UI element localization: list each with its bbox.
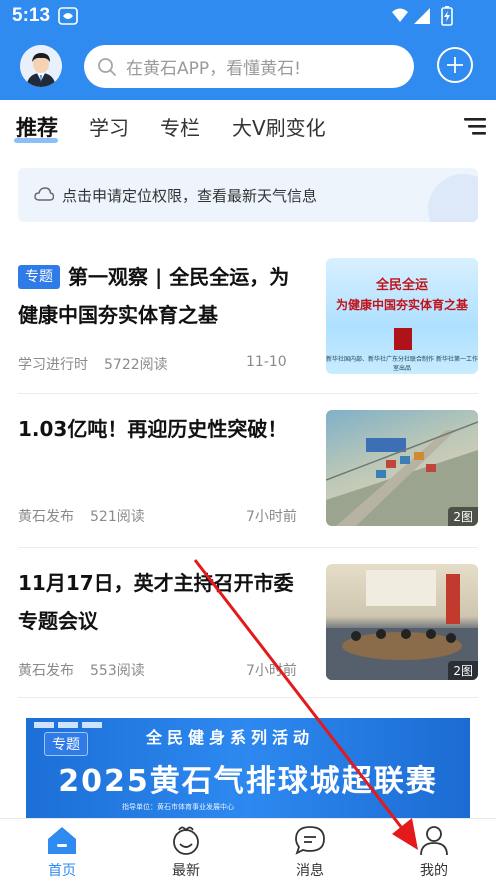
news-time: 7小时前 bbox=[246, 509, 297, 525]
news-source: 学习进行时 bbox=[18, 357, 88, 373]
nav-label: 我的 bbox=[420, 863, 448, 879]
news-time: 11-10 bbox=[246, 354, 287, 370]
news-meta: 学习进行时 5722阅读 11-10 bbox=[18, 354, 298, 374]
channel-menu-icon[interactable] bbox=[464, 116, 486, 136]
image-count-badge: 2图 bbox=[448, 507, 478, 526]
seal-stamp-icon bbox=[394, 328, 412, 350]
news-title: 11月17日，英才主持召开市委专题会议 bbox=[18, 571, 294, 633]
latest-icon bbox=[173, 826, 199, 855]
search-icon bbox=[98, 57, 116, 76]
cloud-icon bbox=[34, 187, 54, 201]
thumb-line1: 全民全运 bbox=[375, 278, 428, 293]
news-item[interactable]: 11月17日，英才主持召开市委专题会议 黄石发布 553阅读 7小时前 2图 bbox=[18, 564, 478, 698]
news-source: 黄石发布 bbox=[18, 663, 74, 679]
system-status-icons bbox=[392, 6, 453, 26]
weather-decoration bbox=[428, 174, 478, 222]
status-bar: 5:13 bbox=[0, 0, 496, 34]
nav-label: 首页 bbox=[48, 863, 76, 879]
sponsor-logos bbox=[34, 722, 102, 728]
bottom-navigation: 首页 最新 消息 我的 bbox=[0, 818, 496, 882]
avatar-icon bbox=[20, 45, 62, 87]
nav-home[interactable]: 首页 bbox=[27, 823, 97, 881]
nav-label: 消息 bbox=[296, 863, 324, 879]
nav-latest[interactable]: 最新 bbox=[151, 823, 221, 881]
search-placeholder: 在黄石APP，看懂黄石! bbox=[126, 59, 301, 79]
nav-messages[interactable]: 消息 bbox=[275, 823, 345, 881]
news-source: 黄石发布 bbox=[18, 509, 74, 525]
topic-banner[interactable]: 专题 全民健身系列活动 2025黄石气排球城超联赛 指导单位：黄石市体育事业发展… bbox=[26, 718, 470, 818]
user-avatar[interactable] bbox=[20, 45, 62, 87]
image-count-badge: 2图 bbox=[448, 661, 478, 680]
active-tab-indicator bbox=[14, 138, 58, 143]
top-header: 5:13 在黄石APP，看懂黄石! bbox=[0, 0, 496, 100]
news-title: 专题 第一观察 | 全民全运，为健康中国夯实体育之基 bbox=[18, 258, 308, 334]
news-thumbnail: 2图 bbox=[326, 564, 478, 680]
banner-top-text: 全民健身系列活动 bbox=[146, 728, 315, 747]
news-meta: 黄石发布 553阅读 7小时前 bbox=[18, 660, 298, 680]
news-item[interactable]: 1.03亿吨！再迎历史性突破！ 黄石发布 521阅读 7小时前 2图 bbox=[18, 410, 478, 548]
news-time: 7小时前 bbox=[246, 663, 297, 679]
news-reads: 5722阅读 bbox=[104, 357, 168, 373]
news-thumbnail: 全民全运 为健康中国夯实体育之基 新华社国内部、新华社广东分社联合制作 新华社第… bbox=[326, 258, 478, 374]
message-icon bbox=[295, 826, 325, 855]
thumb-footer: 新华社国内部、新华社广东分社联合制作 新华社第一工作室出品 bbox=[326, 356, 478, 372]
search-bar[interactable]: 在黄石APP，看懂黄石! bbox=[84, 45, 414, 88]
home-icon bbox=[48, 827, 76, 854]
weather-bar[interactable]: 点击申请定位权限，查看最新天气信息 bbox=[18, 168, 478, 222]
weather-text: 点击申请定位权限，查看最新天气信息 bbox=[62, 187, 318, 205]
profile-icon bbox=[420, 826, 448, 856]
topic-tag: 专题 bbox=[44, 732, 88, 756]
tab-big-v[interactable]: 大V刷变化 bbox=[232, 112, 326, 141]
news-title: 1.03亿吨！再迎历史性突破！ bbox=[18, 417, 288, 441]
app-notification-icon bbox=[58, 7, 78, 25]
news-item[interactable]: 专题 第一观察 | 全民全运，为健康中国夯实体育之基 学习进行时 5722阅读 1… bbox=[18, 258, 478, 394]
thumb-line2: 为健康中国夯实体育之基 bbox=[335, 298, 468, 312]
tab-study[interactable]: 学习 bbox=[89, 112, 129, 141]
add-icon[interactable] bbox=[437, 47, 473, 83]
news-reads: 521阅读 bbox=[90, 509, 145, 525]
tab-column[interactable]: 专栏 bbox=[160, 112, 200, 141]
banner-guidance: 指导单位：黄石市体育事业发展中心 bbox=[122, 803, 234, 811]
status-time: 5:13 bbox=[12, 5, 51, 26]
nav-profile[interactable]: 我的 bbox=[399, 823, 469, 881]
nav-label: 最新 bbox=[172, 863, 200, 879]
news-thumbnail: 2图 bbox=[326, 410, 478, 526]
channel-tabs: 推荐 学习 专栏 大V刷变化 bbox=[0, 100, 496, 152]
news-reads: 553阅读 bbox=[90, 663, 145, 679]
topic-tag: 专题 bbox=[18, 265, 60, 289]
banner-title: 2025黄石气排球城超联赛 bbox=[58, 764, 438, 799]
news-meta: 黄石发布 521阅读 7小时前 bbox=[18, 506, 298, 526]
